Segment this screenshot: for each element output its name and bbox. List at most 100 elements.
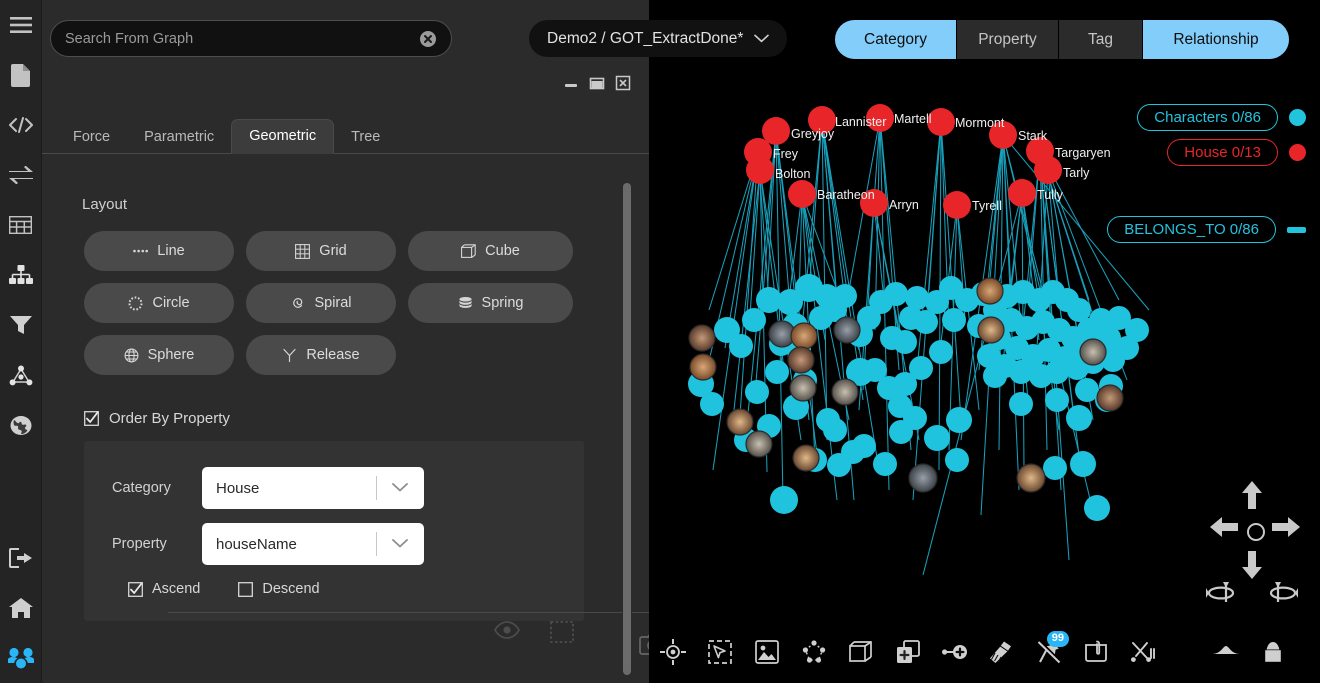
unpin-icon[interactable]: 99 [1025, 620, 1072, 683]
layout-button-label: Cube [485, 243, 520, 259]
segment-relationship[interactable]: Relationship [1143, 20, 1289, 59]
maximize-icon[interactable] [588, 74, 605, 91]
layout-button-release[interactable]: Release [246, 335, 396, 375]
sidebar-item-globe[interactable] [0, 400, 42, 450]
eye-icon[interactable] [494, 621, 520, 643]
note-icon[interactable] [1072, 620, 1119, 683]
minimize-icon[interactable] [562, 74, 579, 91]
sidebar-item-transfer[interactable] [0, 150, 42, 200]
image-node-icon[interactable] [743, 620, 790, 683]
segment-category[interactable]: Category [835, 20, 957, 59]
cluster-icon[interactable] [790, 620, 837, 683]
sphere-icon [124, 348, 139, 363]
sidebar-item-logout[interactable] [0, 533, 42, 583]
arrow-down-icon[interactable] [1242, 551, 1262, 584]
cube-view-icon[interactable] [837, 620, 884, 683]
legend-row-belongs-to: BELONGS_TO 0/86 [1096, 216, 1306, 243]
graph-toolbar: 99 [649, 620, 1320, 683]
hierarchy-icon [8, 265, 33, 285]
sidebar-item-hierarchy[interactable] [0, 250, 42, 300]
tab-force[interactable]: Force [56, 121, 127, 155]
legend-pill-characters[interactable]: Characters 0/86 [1137, 104, 1278, 131]
clear-search-icon[interactable] [419, 30, 437, 48]
property-label: Property [112, 536, 167, 552]
layout-button-circle[interactable]: Circle [84, 283, 234, 323]
descend-checkbox[interactable] [238, 581, 254, 597]
add-node-icon[interactable] [884, 620, 931, 683]
rotate-left-icon[interactable] [1206, 580, 1236, 611]
tab-tree[interactable]: Tree [334, 121, 397, 155]
users-icon [7, 647, 34, 669]
layout-button-sphere[interactable]: Sphere [84, 335, 234, 375]
category-select[interactable]: House [202, 467, 424, 509]
segment-tag[interactable]: Tag [1059, 20, 1143, 59]
search-input[interactable] [65, 30, 419, 47]
layout-button-label: Release [306, 347, 360, 363]
ascend-checkbox[interactable] [128, 581, 143, 597]
order-by-checkbox[interactable] [84, 411, 99, 426]
legend-pill-belongs-to[interactable]: BELONGS_TO 0/86 [1107, 216, 1276, 243]
layout-button-label: Spring [481, 295, 524, 311]
house-label: Greyjoy [791, 127, 835, 141]
layout-button-label: Grid [319, 243, 347, 259]
layout-button-spiral[interactable]: Spiral [246, 283, 396, 323]
menu-icon [9, 17, 32, 33]
sidebar-item-network[interactable] [0, 350, 42, 400]
sidebar-item-table[interactable] [0, 200, 42, 250]
panel-scrollbar-thumb[interactable] [623, 183, 631, 675]
broom-icon[interactable] [978, 620, 1025, 683]
add-relation-icon[interactable] [931, 620, 978, 683]
close-icon[interactable] [614, 74, 631, 91]
tab-geometric[interactable]: Geometric [231, 118, 335, 154]
expand-icon[interactable] [1249, 620, 1296, 683]
segment-property[interactable]: Property [957, 20, 1059, 59]
ascend-label: Ascend [152, 581, 201, 597]
spiral-icon [290, 296, 305, 311]
sidebar-item-menu[interactable] [0, 0, 42, 50]
grid-icon [295, 243, 311, 259]
layout-button-cube[interactable]: Cube [408, 231, 573, 271]
house-labels: Frey Bolton Greyjoy Baratheon Lannister … [773, 112, 1111, 213]
marquee-select-icon[interactable] [550, 621, 576, 643]
reset-view-icon[interactable] [1247, 523, 1265, 541]
rotate-right-icon[interactable] [1268, 580, 1298, 611]
house-nodes [744, 104, 1062, 219]
lasso-select-icon[interactable] [696, 620, 743, 683]
panel-divider [168, 612, 649, 613]
focus-target-icon[interactable] [649, 620, 696, 683]
layout-button-line[interactable]: Line [84, 231, 234, 271]
globe-icon [10, 415, 32, 436]
chevron-down-icon [392, 480, 408, 497]
tab-parametric[interactable]: Parametric [127, 121, 231, 155]
house-label: Tarly [1063, 166, 1090, 180]
sidebar-item-code[interactable] [0, 100, 42, 150]
order-by-property-row[interactable]: Order By Property [84, 410, 649, 427]
network-icon [9, 365, 33, 386]
sidebar-item-users[interactable] [0, 633, 42, 683]
search-box[interactable] [50, 20, 452, 57]
house-label: Bolton [775, 167, 810, 181]
descend-option[interactable]: Descend [238, 581, 320, 597]
legend-row-characters: Characters 0/86 [1096, 104, 1306, 131]
layout-tabs: Force Parametric Geometric Tree [42, 110, 649, 154]
graph-area[interactable]: Demo2 / GOT_ExtractDone* Category Proper… [529, 0, 1320, 683]
release-icon [282, 348, 297, 363]
arrow-left-icon[interactable] [1210, 517, 1238, 542]
graph-legend: Characters 0/86 House 0/13 BELONGS_TO 0/… [1096, 104, 1306, 251]
cube-icon [461, 243, 476, 259]
property-select[interactable]: houseName [202, 523, 424, 565]
sidebar-item-document[interactable] [0, 50, 42, 100]
sidebar-item-home[interactable] [0, 583, 42, 633]
layout-button-spring[interactable]: Spring [408, 283, 573, 323]
arrow-up-icon[interactable] [1242, 481, 1262, 514]
collapse-icon[interactable] [1202, 620, 1249, 683]
cut-icon[interactable] [1119, 620, 1166, 683]
legend-bar-belongs-to [1287, 226, 1306, 233]
project-selector[interactable]: Demo2 / GOT_ExtractDone* [529, 20, 788, 57]
property-field: Property houseName [112, 523, 584, 565]
legend-pill-house[interactable]: House 0/13 [1167, 139, 1278, 166]
sidebar-item-filter[interactable] [0, 300, 42, 350]
ascend-option[interactable]: Ascend [128, 581, 200, 597]
layout-button-grid[interactable]: Grid [246, 231, 396, 271]
arrow-right-icon[interactable] [1272, 517, 1300, 542]
